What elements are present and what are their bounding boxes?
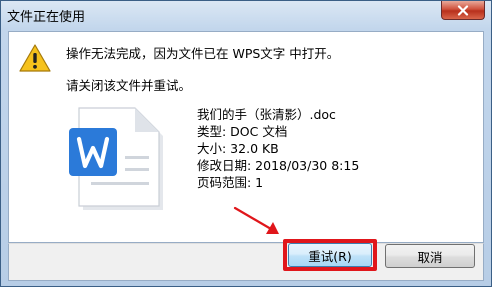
instruction-message: 请关闭该文件并重试。 (66, 78, 192, 93)
red-arrow-annotation (233, 206, 279, 234)
file-name: 我们的手（张清影）.doc (197, 107, 336, 122)
file-size: 大小: 32.0 KB (197, 141, 279, 156)
file-type: 类型: DOC 文档 (197, 124, 288, 139)
close-button[interactable] (441, 1, 485, 20)
file-modified-date: 修改日期: 2018/03/30 8:15 (197, 158, 360, 173)
cancel-button[interactable]: 取消 (385, 244, 475, 268)
close-icon (457, 4, 469, 16)
wps-document-icon (69, 107, 163, 210)
retry-button[interactable]: 重试(R) (288, 243, 372, 267)
window-title: 文件正在使用 (7, 10, 86, 25)
file-in-use-dialog: 文件正在使用 操作无法完成，因为文件已在 WPS文字 中打开。 请关闭该文件并重… (0, 0, 492, 287)
warning-icon (19, 44, 51, 72)
dialog-content: 操作无法完成，因为文件已在 WPS文字 中打开。 请关闭该文件并重试。 我们的手… (8, 31, 484, 243)
file-page-range: 页码范围: 1 (197, 175, 264, 190)
error-message: 操作无法完成，因为文件已在 WPS文字 中打开。 (66, 46, 340, 61)
title-bar: 文件正在使用 (1, 1, 491, 29)
